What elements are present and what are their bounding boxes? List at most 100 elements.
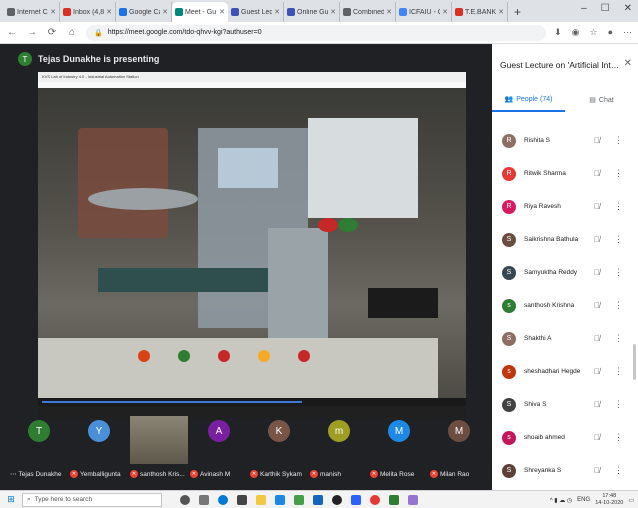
list-item[interactable]: S Saikrishna Bathula 🎙̸ ⋮	[492, 223, 638, 256]
more-options-icon[interactable]: ⋯	[10, 470, 17, 478]
participant-tile[interactable]: K ✕ Karthik Sykam	[250, 414, 308, 484]
participant-tile[interactable]: Y ✕ Yemballigunta	[70, 414, 128, 484]
bookmark-icon[interactable]: ☆	[589, 27, 597, 38]
more-options-icon[interactable]: ⋮	[614, 399, 623, 410]
close-tab-icon[interactable]: ✕	[386, 8, 392, 16]
app-icon[interactable]	[294, 494, 304, 505]
extension-icon[interactable]: ⬇	[554, 27, 562, 38]
cortana-icon[interactable]	[180, 494, 190, 505]
tab-chat-label: Chat	[598, 96, 614, 104]
browser-tab[interactable]: Combined - Fon✕	[340, 2, 396, 22]
more-options-icon[interactable]: ⋮	[614, 135, 623, 146]
more-options-icon[interactable]: ⋮	[614, 267, 623, 278]
more-options-icon[interactable]: ⋮	[614, 432, 623, 443]
clock[interactable]: 17:48 14-10-2020	[595, 493, 623, 507]
menu-icon[interactable]: ⋯	[623, 27, 632, 38]
participant-tile[interactable]: A ✕ Avinash M	[190, 414, 248, 484]
edge-icon[interactable]	[218, 494, 228, 505]
browser-tab[interactable]: Internet Capti✕	[4, 2, 60, 22]
task-view-icon[interactable]	[199, 494, 209, 505]
app-icon[interactable]	[332, 494, 342, 505]
favicon-icon	[119, 8, 127, 16]
app-icon[interactable]	[275, 494, 285, 505]
clock-date: 14-10-2020	[595, 500, 624, 506]
taskbar-search-box[interactable]: ⌕ Type here to search	[22, 492, 162, 507]
close-tab-icon[interactable]: ✕	[330, 8, 336, 16]
participant-name: Tejas Dunakhe	[18, 470, 62, 478]
tray-icons[interactable]: ^ ▮ ☁ ◷	[550, 497, 572, 504]
close-tab-icon[interactable]: ✕	[219, 8, 225, 16]
participant-tile[interactable]: T ⋯ Tejas Dunakhe	[10, 414, 68, 484]
scrollbar[interactable]	[633, 344, 636, 380]
list-item[interactable]: R Ritwik Sharma 🎙̸ ⋮	[492, 157, 638, 190]
list-item[interactable]: s shoaib ahmed 🎙̸ ⋮	[492, 421, 638, 454]
avatar: S	[502, 463, 516, 478]
home-icon[interactable]: ⌂	[66, 27, 78, 38]
list-item[interactable]: S Shiva S 🎙̸ ⋮	[492, 388, 638, 421]
participant-name: Avinash M	[200, 470, 231, 478]
browser-tab[interactable]: Guest Lecture✕	[228, 2, 284, 22]
back-icon[interactable]: ←	[6, 27, 18, 38]
favicon-icon	[7, 8, 15, 16]
close-tab-icon[interactable]: ✕	[50, 8, 56, 16]
close-tab-icon[interactable]: ✕	[106, 8, 112, 16]
language-indicator[interactable]: ENG	[577, 497, 590, 503]
participant-tile[interactable]: m ✕ manish	[310, 414, 368, 484]
app-icon[interactable]	[351, 494, 361, 505]
close-window-button[interactable]: ✕	[624, 3, 632, 14]
more-options-icon[interactable]: ⋮	[614, 300, 623, 311]
files-icon[interactable]	[256, 494, 266, 505]
minimize-button[interactable]: –	[581, 3, 587, 14]
windows-start-icon[interactable]: ⊞	[0, 494, 22, 505]
list-item[interactable]: R Riya Ravesh 🎙̸ ⋮	[492, 190, 638, 223]
meet-icon[interactable]: ◉	[572, 27, 580, 38]
shared-window-title: KVS Lab of Industry 4.0 - Industrial Aut…	[38, 72, 466, 82]
forward-icon[interactable]: →	[26, 27, 38, 38]
list-item[interactable]: S Samyuktha Reddy 🎙̸ ⋮	[492, 256, 638, 289]
windows-taskbar: ⊞ ⌕ Type here to search ^ ▮ ☁ ◷ ENG 17:4…	[0, 490, 638, 508]
list-item[interactable]: S Shakthi A 🎙̸ ⋮	[492, 322, 638, 355]
list-item[interactable]: s sheshadhari Hegde 🎙̸ ⋮	[492, 355, 638, 388]
participant-tile[interactable]: M ✕ Milan Rao	[430, 414, 488, 484]
more-options-icon[interactable]: ⋮	[614, 366, 623, 377]
close-tab-icon[interactable]: ✕	[274, 8, 280, 16]
participant-tile[interactable]: M ✕ Melita Rose	[370, 414, 428, 484]
browser-tab[interactable]: Google Calen✕	[116, 2, 172, 22]
avatar: M	[388, 420, 410, 442]
more-options-icon[interactable]: ⋮	[614, 234, 623, 245]
browser-tab[interactable]: ICFAIU - Goo✕	[396, 2, 452, 22]
more-options-icon[interactable]: ⋮	[614, 168, 623, 179]
list-item[interactable]: S Shreyanka S 🎙̸ ⋮	[492, 454, 638, 487]
notification-icon[interactable]: ▭	[628, 497, 634, 504]
store-icon[interactable]	[237, 494, 247, 505]
reload-icon[interactable]: ⟳	[46, 27, 58, 38]
browser-tab[interactable]: Online Guest✕	[284, 2, 340, 22]
browser-tab[interactable]: Inbox (4,892)✕	[60, 2, 116, 22]
chrome-icon[interactable]	[370, 494, 380, 505]
close-tab-icon[interactable]: ✕	[498, 8, 504, 16]
tab-chat[interactable]: ▤ Chat	[565, 88, 638, 112]
more-options-icon[interactable]: ⋮	[614, 333, 623, 344]
app-icon[interactable]	[389, 494, 399, 505]
app-icon[interactable]	[313, 494, 323, 505]
profile-icon[interactable]: ●	[608, 27, 613, 38]
participant-tile[interactable]: ✕ santhosh Kris...	[130, 414, 188, 484]
tab-people[interactable]: 👥 People (74)	[492, 88, 565, 112]
browser-tab[interactable]: Meet - Gu ✕	[172, 2, 228, 22]
new-tab-button[interactable]: +	[508, 5, 527, 22]
browser-tab[interactable]: T.E.BANKED 20✕	[452, 2, 508, 22]
close-tab-icon[interactable]: ✕	[162, 8, 168, 16]
avatar: T	[18, 52, 32, 66]
more-options-icon[interactable]: ⋮	[614, 465, 623, 476]
maximize-button[interactable]: ☐	[601, 3, 610, 14]
shared-screen[interactable]: KVS Lab of Industry 4.0 - Industrial Aut…	[38, 72, 466, 418]
address-bar[interactable]: 🔒 https://meet.google.com/tdo-qhvv-kgi?a…	[86, 24, 547, 41]
list-item[interactable]: R Rishita S 🎙̸ ⋮	[492, 124, 638, 157]
close-icon[interactable]: ✕	[624, 58, 632, 69]
avatar: A	[208, 420, 230, 442]
mic-off-icon: 🎙̸	[594, 400, 600, 409]
close-tab-icon[interactable]: ✕	[442, 8, 448, 16]
app-icon[interactable]	[408, 494, 418, 505]
list-item[interactable]: s santhosh Krishna 🎙̸ ⋮	[492, 289, 638, 322]
more-options-icon[interactable]: ⋮	[614, 201, 623, 212]
